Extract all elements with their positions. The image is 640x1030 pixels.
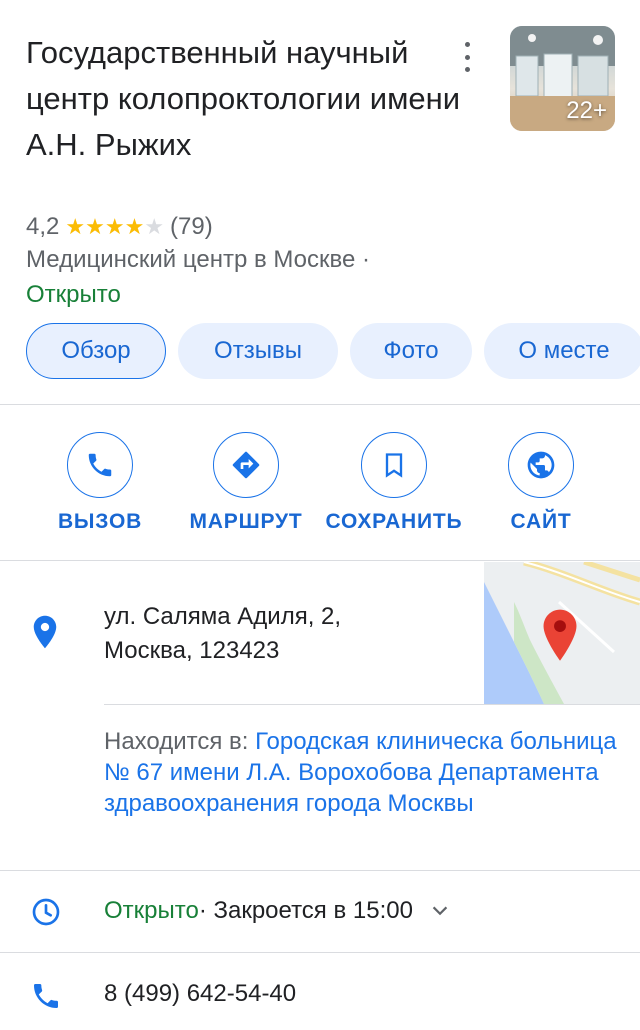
photo-count: 22+: [566, 97, 607, 124]
call-label: ВЫЗОВ: [57, 510, 143, 533]
action-bar: ВЫЗОВ МАРШРУТ СОХРАНИТЬ САЙТ: [0, 432, 640, 542]
mini-map[interactable]: [484, 562, 640, 704]
location-pin-icon: [30, 614, 60, 655]
tab-reviews[interactable]: Отзывы: [178, 323, 338, 379]
directions-label: МАРШРУТ: [189, 510, 303, 533]
divider: [0, 404, 640, 405]
open-status: Открыто: [26, 281, 121, 308]
star-icon: ★: [144, 214, 165, 239]
tab-bar: Обзор Отзывы Фото О месте: [26, 323, 640, 379]
rating-stars: ★ ★ ★ ★ ★: [65, 216, 164, 238]
hours-row[interactable]: Открыто · Закроется в 15:00: [104, 897, 451, 925]
divider: [104, 704, 640, 705]
place-photo-thumbnail[interactable]: 22+: [510, 26, 615, 131]
star-icon: ★: [124, 214, 145, 239]
tab-photos[interactable]: Фото: [350, 323, 472, 379]
phone-icon: [30, 980, 62, 1017]
divider: [0, 952, 640, 953]
place-category: Медицинский центр в Москве ·: [26, 246, 370, 273]
call-button[interactable]: ВЫЗОВ: [20, 432, 180, 534]
tab-overview[interactable]: Обзор: [26, 323, 166, 379]
phone-icon: [67, 432, 133, 498]
address-line-1: ул. Саляма Адиля, 2,: [104, 603, 342, 630]
address-block[interactable]: ул. Саляма Адиля, 2, Москва, 123423: [104, 600, 474, 668]
rating-row[interactable]: 4,2 ★ ★ ★ ★ ★ (79): [26, 210, 213, 244]
rating-value: 4,2: [26, 213, 60, 240]
clock-icon: [30, 896, 62, 933]
divider: [0, 870, 640, 871]
website-button[interactable]: САЙТ: [461, 432, 621, 534]
hours-closing-time: · Закроется в 15:00: [198, 897, 413, 924]
directions-icon: [213, 432, 279, 498]
globe-icon: [508, 432, 574, 498]
hours-open-status: Открыто: [104, 897, 199, 924]
located-in-prefix: Находится в:: [104, 728, 249, 755]
star-icon: ★: [65, 214, 86, 239]
more-options-icon[interactable]: [456, 42, 478, 72]
chevron-down-icon[interactable]: [429, 900, 451, 922]
tab-about[interactable]: О месте: [484, 323, 640, 379]
divider: [0, 560, 640, 561]
directions-button[interactable]: МАРШРУТ: [166, 432, 326, 534]
place-title: Государственный научный центр колопрокто…: [26, 35, 461, 162]
save-button[interactable]: СОХРАНИТЬ: [314, 432, 474, 534]
website-label: САЙТ: [510, 510, 572, 533]
review-count: (79): [170, 213, 213, 240]
star-icon: ★: [104, 214, 125, 239]
save-label: СОХРАНИТЬ: [325, 510, 463, 533]
phone-number[interactable]: 8 (499) 642-54-40: [104, 980, 296, 1008]
located-in: Находится в: Городская клиническа больни…: [104, 726, 624, 819]
bookmark-icon: [361, 432, 427, 498]
address-line-2: Москва, 123423: [104, 637, 280, 664]
map-pin-icon: [543, 609, 577, 661]
star-icon: ★: [85, 214, 105, 239]
